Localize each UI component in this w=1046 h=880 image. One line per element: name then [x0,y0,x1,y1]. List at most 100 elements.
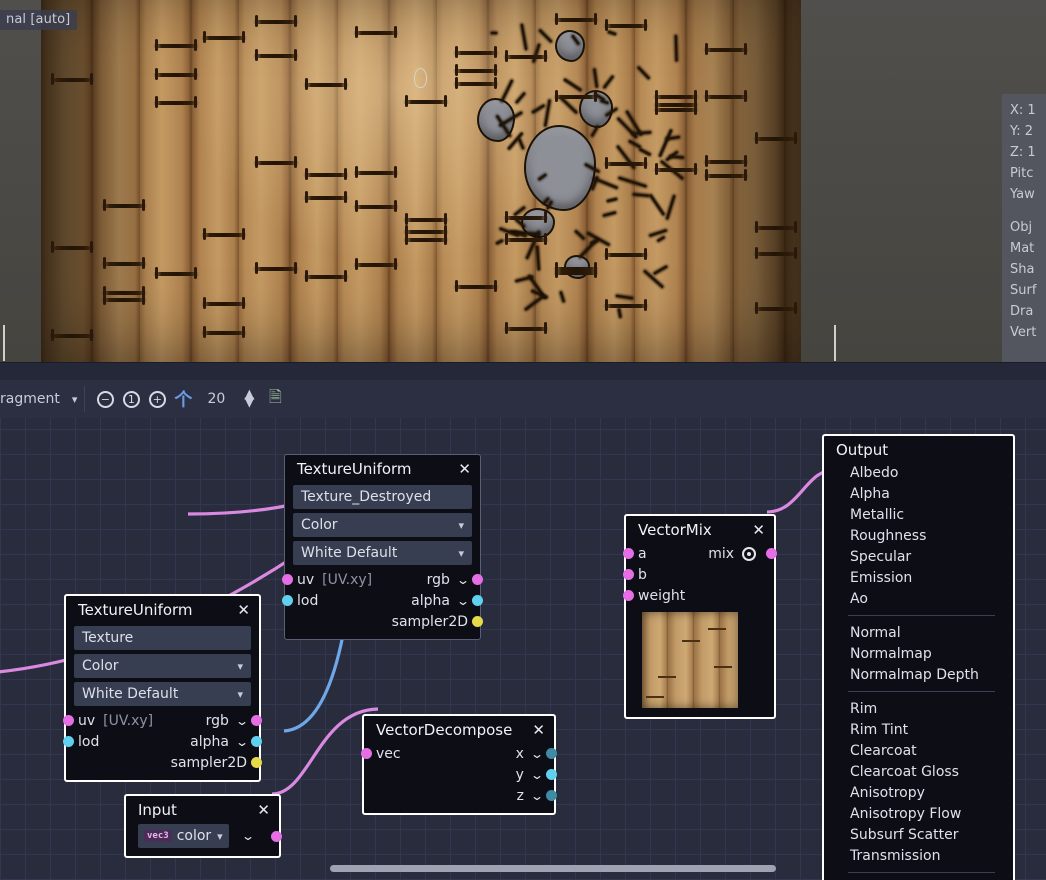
port-alpha-output[interactable] [472,595,483,606]
preview-eye-icon[interactable] [742,547,756,561]
close-icon[interactable]: ✕ [256,803,271,818]
node-title-bar[interactable]: Output [824,436,1013,460]
node-title-bar[interactable]: TextureUniform ✕ [285,455,480,482]
port-alpha-output[interactable] [251,736,262,747]
curve-icon[interactable]: ⌄ [530,747,544,761]
shader-mode-dropdown[interactable]: ragment ▾ [0,391,77,407]
curve-icon[interactable]: ⌄ [456,594,470,608]
node-vector-decompose[interactable]: VectorDecompose ✕ vec x ⌄ y ⌄ [362,714,556,815]
port-label-weight: weight [638,588,685,604]
port-sampler2d-output[interactable] [251,757,262,768]
output-port-roughness[interactable]: Roughness [832,525,1005,546]
port-lod-input[interactable] [63,736,74,747]
curve-icon[interactable]: ⌄ [241,829,255,843]
output-port-rim[interactable]: Rim [832,698,1005,719]
shader-graph-canvas[interactable]: TextureUniform ✕ Texture_Destroyed Color… [0,418,1046,880]
plank-seam [603,24,649,28]
port-label-transmission: Transmission [850,848,940,864]
node-input[interactable]: Input ✕ vec3 color ▾ ⌄ [124,794,281,858]
port-mix-output[interactable] [766,548,777,559]
close-icon[interactable]: ✕ [236,603,251,618]
damage-crack [603,76,614,89]
port-b-input[interactable] [623,569,634,580]
node-output[interactable]: Output Albedo Alpha Metallic Roughness [822,434,1015,880]
output-port-clearcoat[interactable]: Clearcoat [832,740,1005,761]
curve-icon[interactable]: ⌄ [456,573,470,587]
visual-shader-editor: ragment ▾ − 1 + 个 20 ▲▼ 🗎 [0,380,1046,880]
close-icon[interactable]: ✕ [457,462,472,477]
curve-icon[interactable]: ⌄ [235,735,249,749]
damage-crack [521,24,527,50]
node-body: vec3 color ▾ ⌄ [126,823,279,849]
port-z-output[interactable] [546,790,557,801]
node-title-bar[interactable]: VectorDecompose ✕ [364,716,554,743]
zoom-reset-button[interactable]: 1 [118,386,144,412]
node-vector-mix[interactable]: VectorMix ✕ a mix b [624,514,776,719]
horizontal-scrollbar[interactable] [330,865,776,872]
port-label-rim-tint: Rim Tint [850,722,908,738]
node-title-bar[interactable]: VectorMix ✕ [626,516,774,543]
output-port-metallic[interactable]: Metallic [832,504,1005,525]
output-port-anisotropy-flow[interactable]: Anisotropy Flow [832,803,1005,824]
port-a-input[interactable] [623,548,634,559]
port-label-ao: Ao [850,591,868,607]
port-input-output[interactable] [271,831,282,842]
node-title-bar[interactable]: Input ✕ [126,796,279,823]
output-port-rim-tint[interactable]: Rim Tint [832,719,1005,740]
snap-toggle-button[interactable]: 个 [170,386,196,412]
curve-icon[interactable]: ⌄ [530,768,544,782]
port-lod-input[interactable] [282,595,293,606]
output-port-clearcoat-gloss[interactable]: Clearcoat Gloss [832,761,1005,782]
port-row-uv-rgb: uv [UV.xy] rgb ⌄ [74,710,251,731]
panel-divider[interactable] [0,362,1046,380]
output-port-transmission[interactable]: Transmission [832,845,1005,866]
port-vec-input[interactable] [361,748,372,759]
node-body: vec x ⌄ y ⌄ z ⌄ [364,743,554,806]
output-port-specular[interactable]: Specular [832,546,1005,567]
open-shader-code-button[interactable]: 🗎 [262,386,288,412]
output-port-ao[interactable]: Ao [832,588,1005,609]
uniform-name-field[interactable]: Texture [74,626,251,650]
curve-icon[interactable]: ⌄ [530,789,544,803]
port-label-x: x [516,746,524,762]
port-row-b: b [634,564,766,585]
port-x-output[interactable] [546,748,557,759]
output-port-normal[interactable]: Normal [832,622,1005,643]
node-texture-uniform-destroyed[interactable]: TextureUniform ✕ Texture_Destroyed Color… [284,454,481,640]
port-sampler2d-output[interactable] [472,616,483,627]
close-icon[interactable]: ✕ [751,523,766,538]
texture-type-dropdown[interactable]: Color ▾ [293,513,472,537]
texture-type-dropdown[interactable]: Color ▾ [74,654,251,678]
port-rgb-output[interactable] [251,715,262,726]
zoom-in-button[interactable]: + [144,386,170,412]
plank-seam [49,246,95,250]
damage-crack [650,230,668,237]
grid-size-value[interactable]: 20 [196,391,236,407]
grid-size-stepper[interactable]: ▲▼ [236,386,262,412]
output-port-alpha[interactable]: Alpha [832,483,1005,504]
node-title-bar[interactable]: TextureUniform ✕ [66,596,259,623]
plank-seam [603,304,649,308]
uniform-name-field[interactable]: Texture_Destroyed [293,485,472,509]
output-port-normalmap[interactable]: Normalmap [832,643,1005,664]
port-weight-input[interactable] [623,590,634,601]
light-gizmo[interactable] [414,68,427,88]
output-port-subsurf-scatter[interactable]: Subsurf Scatter [832,824,1005,845]
output-port-emission[interactable]: Emission [832,567,1005,588]
input-source-dropdown[interactable]: vec3 color ▾ [138,824,229,848]
port-y-output[interactable] [546,769,557,780]
output-port-normalmap-depth[interactable]: Normalmap Depth [832,664,1005,685]
close-icon[interactable]: ✕ [531,723,546,738]
port-rgb-output[interactable] [472,574,483,585]
port-uv-input[interactable] [282,574,293,585]
node-texture-uniform-base[interactable]: TextureUniform ✕ Texture Color ▾ White D… [64,594,261,782]
output-port-anisotropy[interactable]: Anisotropy [832,782,1005,803]
plank-seam [253,20,299,24]
zoom-out-button[interactable]: − [92,386,118,412]
3d-viewport[interactable]: nal [auto] [0,0,1046,362]
output-port-albedo[interactable]: Albedo [832,462,1005,483]
curve-icon[interactable]: ⌄ [235,714,249,728]
port-uv-input[interactable] [63,715,74,726]
color-default-dropdown[interactable]: White Default ▾ [74,682,251,706]
color-default-dropdown[interactable]: White Default ▾ [293,541,472,565]
